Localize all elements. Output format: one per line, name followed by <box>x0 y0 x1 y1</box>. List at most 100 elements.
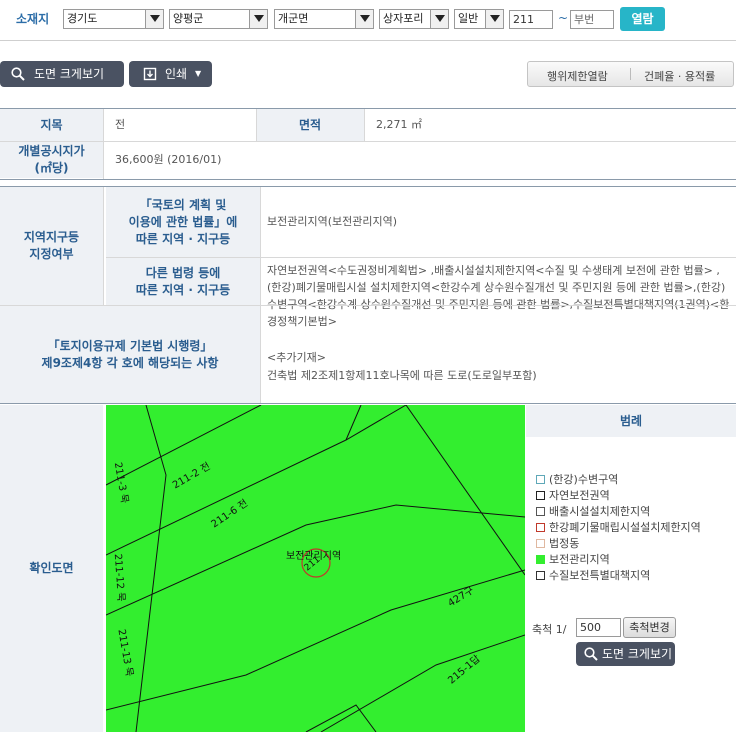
map-header: 확인도면 <box>0 405 103 732</box>
official-price-header-line2: (㎡당) <box>34 161 69 175</box>
lot-type-select-value: 일반 <box>458 12 479 25</box>
restriction-view-button[interactable]: 행위제한열람 <box>547 68 608 84</box>
category-header: 지목 <box>0 109 103 141</box>
parcel-label-211-12: 211-12 묵 <box>111 553 127 602</box>
legend-item-label: 배출시설설치제한지역 <box>549 505 651 518</box>
legend-item-label: 법정동 <box>549 537 580 550</box>
chevron-down-icon <box>145 10 163 28</box>
decree-header-line1: 「토지이용규제 기본법 시행령」 <box>47 338 213 353</box>
col-divider <box>103 187 104 305</box>
lot-type-select[interactable]: 일반 <box>454 9 504 29</box>
area-header: 면적 <box>256 109 364 141</box>
print-label: 인쇄 <box>165 67 188 81</box>
village-select-value: 상자포리 <box>383 12 424 25</box>
scale-change-button[interactable]: 축척변경 <box>623 617 676 638</box>
legend-item-label: 자연보전권역 <box>549 489 610 502</box>
town-select[interactable]: 개군면 <box>274 9 374 29</box>
category-value: 전 <box>115 118 126 131</box>
magnifier-plus-icon <box>11 67 25 81</box>
legend-swatch <box>536 523 545 532</box>
other-law-value: 자연보전권역<수도권정비계획법> ,배출시설설치제한지역<수질 및 수생태계 보… <box>267 264 730 328</box>
chevron-down-icon <box>430 10 448 28</box>
scale-input[interactable]: 500 <box>576 618 621 637</box>
print-button[interactable]: 인쇄 ▼ <box>129 61 212 87</box>
scale-label: 축척 1/ <box>532 623 567 636</box>
parcel-map[interactable]: 211-2 전 211-3 묵 211-6 전 211-12 묵 211-13 … <box>106 405 525 732</box>
caret-down-icon: ▼ <box>195 69 202 78</box>
planning-law-header: 「국토의 계획 및 이용에 관한 법률」에 따른 지역 · 지구등 <box>106 187 260 257</box>
zoning-header-line1: 지역지구등 <box>23 230 80 244</box>
divider <box>0 40 736 41</box>
map-legend: 범례 (한강)수변구역자연보전권역배출시설설치제한지역한강폐기물매립시설설치제한… <box>526 405 736 732</box>
legend-swatch <box>536 475 545 484</box>
view-button[interactable]: 열람 <box>620 7 665 31</box>
legend-swatch <box>536 571 545 580</box>
chevron-down-icon <box>355 10 373 28</box>
row-divider <box>0 141 736 142</box>
county-select-value: 양평군 <box>173 12 204 25</box>
legend-item: 법정동 <box>536 535 579 551</box>
map-zoom-button[interactable]: 도면 크게보기 <box>0 61 124 87</box>
legend-item-label: 수질보전특별대책지역 <box>549 569 651 582</box>
button-divider <box>630 68 631 80</box>
legend-item-label: 보전관리지역 <box>549 553 610 566</box>
legend-item: (한강)수변구역 <box>536 471 618 487</box>
col-divider <box>256 109 257 141</box>
planning-law-header-line3: 따른 지역 · 지구등 <box>135 231 231 246</box>
official-price-header: 개별공시지가 (㎡당) <box>0 142 103 178</box>
location-label: 소재지 <box>16 12 50 26</box>
legend-item: 한강폐기물매립시설설치제한지역 <box>536 519 701 535</box>
decree-value-line1: <추가기재> <box>267 351 326 364</box>
regulation-button-group: 행위제한열람 건폐율 · 용적률 <box>527 61 734 87</box>
parcel-lines <box>106 405 525 732</box>
planning-law-header-line2: 이용에 관한 법률」에 <box>128 214 238 229</box>
sub-number-input[interactable]: 부번 <box>570 10 614 29</box>
number-separator: ~ <box>558 11 569 25</box>
legend-title: 범례 <box>526 405 736 437</box>
map-zoom-label: 도면 크게보기 <box>34 67 105 81</box>
town-select-value: 개군면 <box>278 12 309 25</box>
area-value: 2,271 ㎡ <box>376 118 422 131</box>
legend-item: 자연보전권역 <box>536 487 610 503</box>
address-search-bar: 소재지 경기도 양평군 개군면 상자포리 일반 211 ~ 부번 열람 <box>0 0 736 40</box>
table-bottom-border <box>0 403 736 404</box>
legend-item-label: 한강폐기물매립시설설치제한지역 <box>549 521 701 534</box>
legend-swatch <box>536 539 545 548</box>
zoning-header: 지역지구등 지정여부 <box>0 187 103 305</box>
other-law-header-line2: 따른 지역 · 지구등 <box>135 282 231 297</box>
other-law-header: 다른 법령 등에 따른 지역 · 지구등 <box>106 258 260 305</box>
legend-item: 수질보전특별대책지역 <box>536 567 650 583</box>
province-select-value: 경기도 <box>67 12 98 25</box>
legend-item: 보전관리지역 <box>536 551 610 567</box>
legend-map-zoom-label: 도면 크게보기 <box>602 647 673 661</box>
province-select[interactable]: 경기도 <box>63 9 164 29</box>
chevron-down-icon <box>249 10 267 28</box>
chevron-down-icon <box>485 10 503 28</box>
official-price-header-line1: 개별공시지가 <box>18 144 85 158</box>
decree-header-line2: 제9조제4항 각 호에 해당되는 사항 <box>41 355 219 370</box>
table-bottom-border <box>0 179 736 180</box>
legend-map-zoom-button[interactable]: 도면 크게보기 <box>576 642 675 666</box>
decree-header: 「토지이용규제 기본법 시행령」 제9조제4항 각 호에 해당되는 사항 <box>0 306 260 403</box>
table-top-border <box>0 108 736 109</box>
other-law-header-line1: 다른 법령 등에 <box>145 265 221 280</box>
decree-value-line2: 건축법 제2조제1항제11호나목에 따른 도로(도로일부포함) <box>267 369 537 382</box>
legend-swatch <box>536 555 545 564</box>
coverage-ratio-button[interactable]: 건폐율 · 용적률 <box>644 68 715 84</box>
col-divider <box>364 109 365 141</box>
village-select[interactable]: 상자포리 <box>379 9 449 29</box>
col-divider <box>260 187 261 403</box>
planning-law-value: 보전관리지역(보전관리지역) <box>267 215 398 228</box>
magnifier-plus-icon <box>584 647 598 661</box>
legend-swatch <box>536 491 545 500</box>
official-price-value: 36,600원 (2016/01) <box>115 153 222 166</box>
legend-item-label: (한강)수변구역 <box>549 473 619 486</box>
main-number-input[interactable]: 211 <box>509 10 553 29</box>
legend-item: 배출시설설치제한지역 <box>536 503 650 519</box>
print-icon <box>143 67 157 81</box>
county-select[interactable]: 양평군 <box>169 9 268 29</box>
zoning-header-line2: 지정여부 <box>29 247 74 261</box>
col-divider <box>103 109 104 179</box>
legend-swatch <box>536 507 545 516</box>
planning-law-header-line1: 「국토의 계획 및 <box>139 197 227 212</box>
